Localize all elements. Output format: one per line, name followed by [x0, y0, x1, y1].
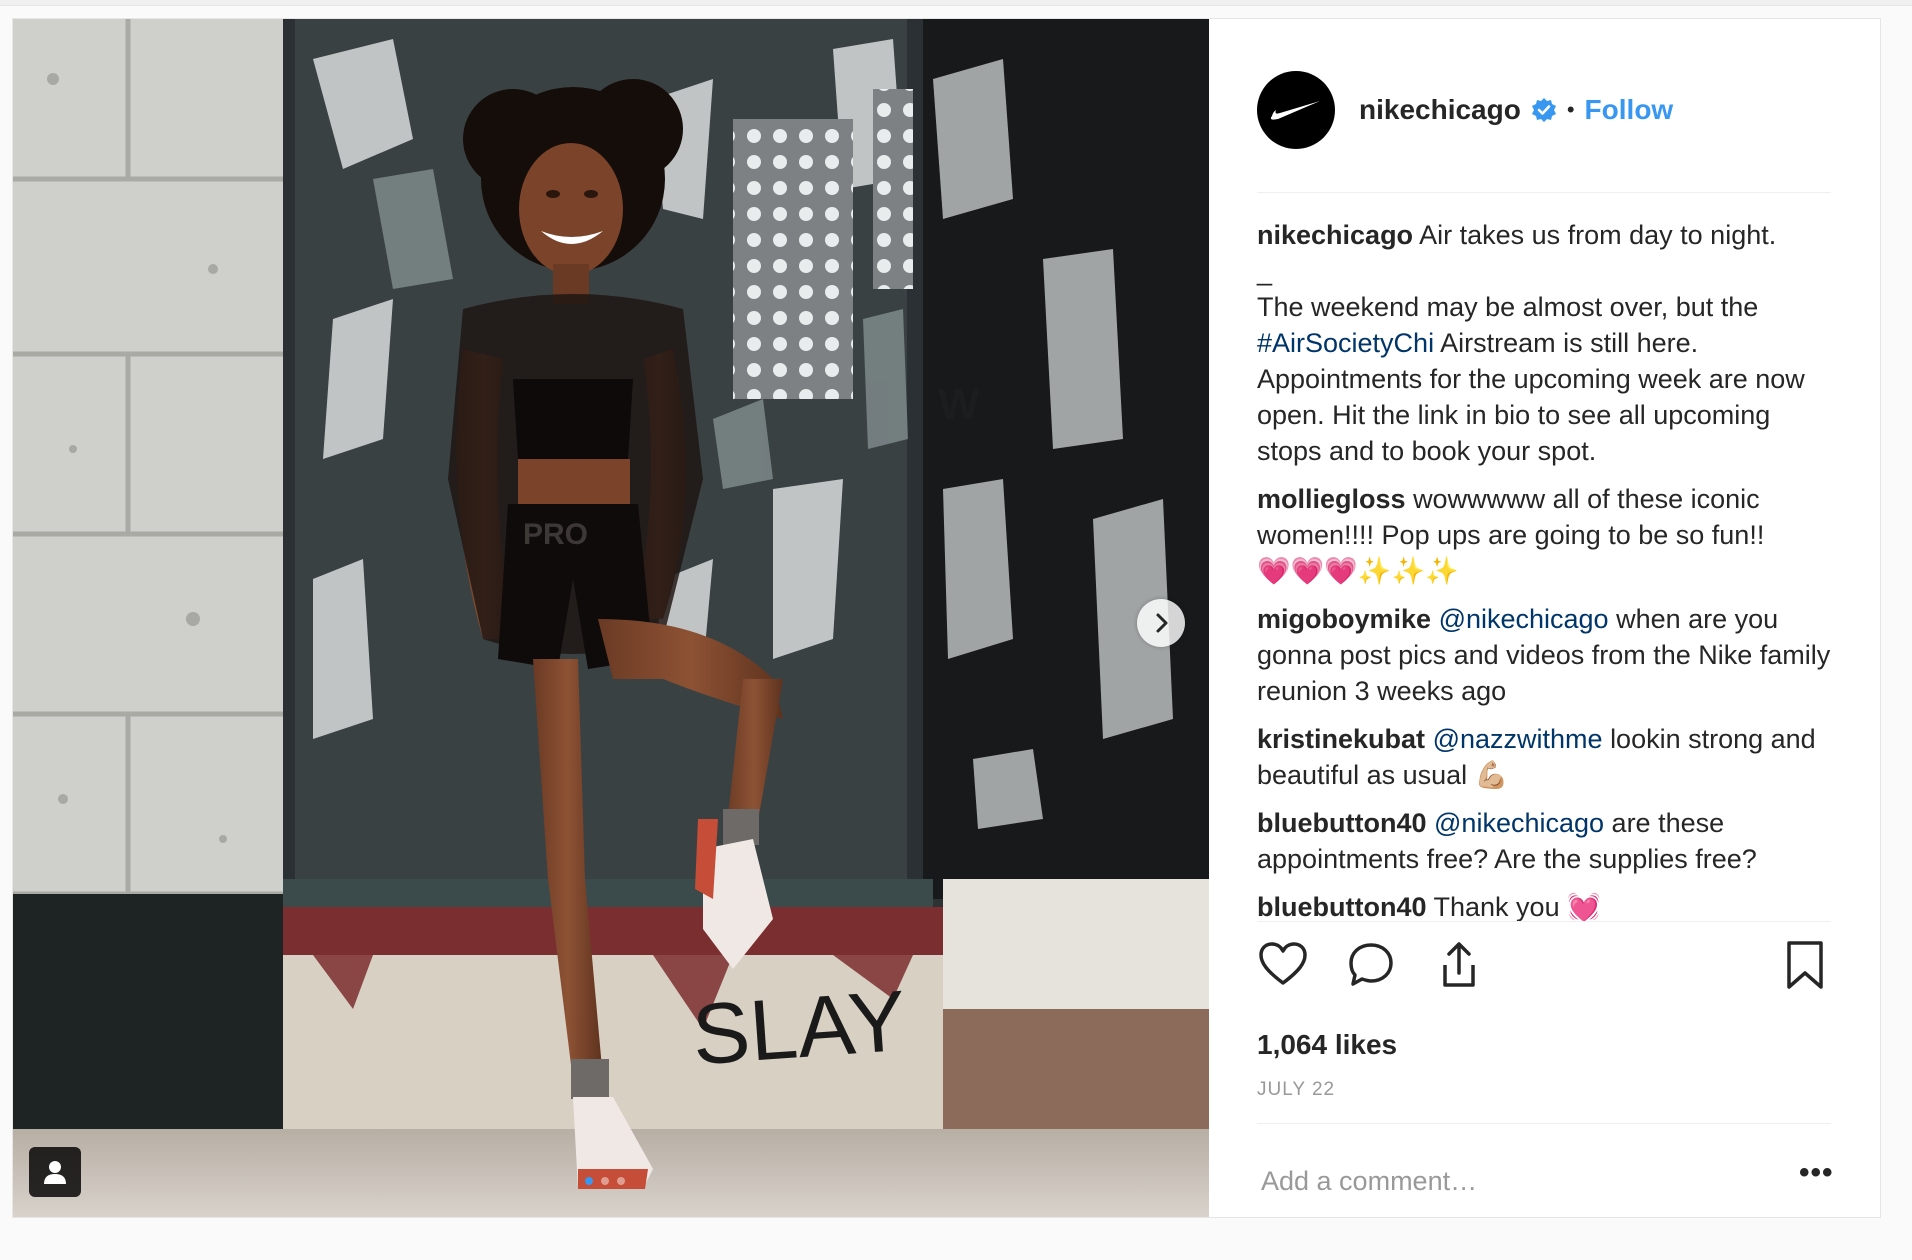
caption-line1: Air takes us from day to night. [1419, 220, 1777, 250]
author-avatar[interactable] [1257, 70, 1335, 149]
post-photo[interactable]: W SLAY PRO [13, 19, 1209, 1217]
caption-username[interactable]: nikechicago [1257, 220, 1413, 250]
chevron-right-icon [1156, 613, 1168, 633]
comment-emoji: 💪🏼 [1474, 760, 1509, 790]
comment-username[interactable]: kristinekubat [1257, 724, 1425, 754]
verified-badge-icon [1531, 97, 1556, 122]
comment-mention[interactable]: @nikechicago [1434, 808, 1604, 838]
comment-divider [1257, 1123, 1831, 1124]
follow-button[interactable]: Follow [1585, 94, 1674, 126]
comment-item: bluebutton40 @nikechicago are these appo… [1257, 805, 1831, 877]
action-bar [1257, 939, 1831, 999]
post-header: nikechicago • Follow [1257, 55, 1831, 193]
nike-swoosh-icon [1270, 100, 1320, 120]
tagged-users-button[interactable] [29, 1147, 81, 1197]
carousel-dot-active [585, 1177, 593, 1185]
user-tag-icon [44, 1161, 66, 1184]
comment-input[interactable] [1261, 1161, 1741, 1201]
comment-item: molliegloss wowwwww all of these iconic … [1257, 481, 1831, 589]
comment-username[interactable]: migoboymike [1257, 604, 1431, 634]
comment-emoji: 💗💗💗✨✨✨ [1257, 556, 1459, 586]
comment-username[interactable]: bluebutton40 [1257, 892, 1427, 922]
graffiti-slay: SLAY [689, 973, 909, 1084]
share-icon[interactable] [1433, 939, 1485, 991]
caption-dash: _ [1257, 256, 1273, 286]
comments-list: nikechicago Air takes us from day to nig… [1257, 217, 1831, 937]
browser-top-rule [0, 0, 1912, 6]
author-username[interactable]: nikechicago [1359, 94, 1521, 126]
caption-text: The weekend may be almost over, but the [1257, 292, 1759, 322]
bookmark-icon[interactable] [1779, 939, 1831, 991]
comment-emoji: 💓 [1567, 892, 1601, 922]
comment-username[interactable]: molliegloss [1257, 484, 1406, 514]
carousel-dot [617, 1177, 625, 1185]
comment-username[interactable]: bluebutton40 [1257, 808, 1427, 838]
comment-item: kristinekubat @nazzwithme lookin strong … [1257, 721, 1831, 793]
post-side-panel: nikechicago • Follow nikechicago Air tak… [1209, 19, 1880, 1217]
comment-mention[interactable]: @nazzwithme [1433, 724, 1603, 754]
likes-count[interactable]: 1,064 likes [1257, 1029, 1397, 1061]
photo-illustration: W SLAY PRO [13, 19, 1209, 1217]
header-separator: • [1566, 96, 1575, 122]
carousel-indicator [585, 1177, 625, 1185]
post-date[interactable]: JULY 22 [1257, 1079, 1335, 1101]
next-photo-button[interactable] [1137, 599, 1185, 647]
add-comment-form: ••• [1257, 1137, 1833, 1217]
hashtag-link[interactable]: #AirSocietyChi [1257, 328, 1434, 358]
actions-divider [1257, 921, 1831, 922]
comment-text: Thank you [1433, 892, 1560, 922]
comment-mention[interactable]: @nikechicago [1439, 604, 1609, 634]
svg-text:W: W [938, 380, 980, 429]
more-options-button[interactable]: ••• [1799, 1158, 1835, 1193]
caption: nikechicago Air takes us from day to nig… [1257, 217, 1831, 469]
post-card: W SLAY PRO nikechicago • Follow nikechic… [12, 18, 1881, 1218]
comment-item: bluebutton40 Thank you 💓 [1257, 889, 1831, 925]
comment-icon[interactable] [1345, 939, 1397, 991]
comment-item: migoboymike @nikechicago when are you go… [1257, 601, 1831, 709]
heart-icon[interactable] [1257, 939, 1309, 991]
carousel-dot [601, 1177, 609, 1185]
shorts-print: PRO [523, 518, 588, 551]
